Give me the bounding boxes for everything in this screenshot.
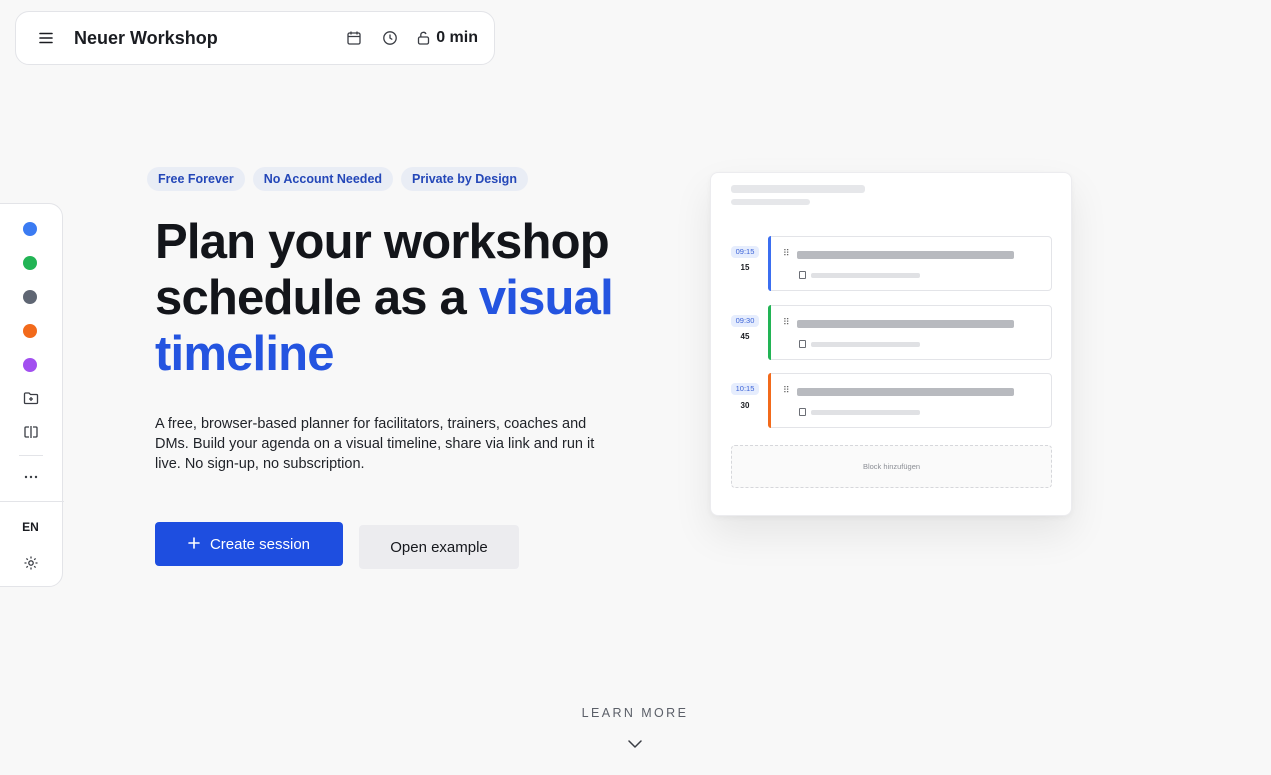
block-title-skeleton bbox=[797, 388, 1014, 396]
preview-title-skeleton bbox=[731, 185, 865, 193]
block-time: 09:30 bbox=[731, 315, 759, 327]
learn-more-link[interactable]: LEARN MORE bbox=[535, 706, 735, 720]
add-block-button[interactable]: Block hinzufügen bbox=[731, 445, 1052, 488]
more-icon[interactable] bbox=[22, 468, 40, 486]
split-view-icon[interactable] bbox=[22, 423, 40, 441]
block-duration: 45 bbox=[740, 332, 750, 341]
block-note-skeleton bbox=[811, 273, 920, 278]
sidebar: EN bbox=[0, 203, 64, 587]
block-color-bar bbox=[768, 305, 771, 360]
block-color-bar bbox=[768, 373, 771, 428]
chevron-down-icon[interactable] bbox=[626, 737, 644, 751]
sidebar-divider-full bbox=[0, 501, 64, 502]
hero-headline: Plan your workshop schedule as a visual … bbox=[155, 214, 675, 382]
gear-icon[interactable] bbox=[22, 554, 40, 572]
folder-plus-icon[interactable] bbox=[22, 389, 40, 407]
menu-icon[interactable] bbox=[38, 30, 54, 46]
color-green-dot[interactable] bbox=[23, 256, 37, 270]
block-note-skeleton bbox=[811, 410, 920, 415]
block-title-skeleton bbox=[797, 251, 1014, 259]
duration-value: 0 min bbox=[436, 29, 478, 46]
clock-icon[interactable] bbox=[381, 29, 399, 47]
plus-icon bbox=[188, 536, 200, 553]
block-time: 09:15 bbox=[731, 246, 759, 258]
block-time: 10:15 bbox=[731, 383, 759, 395]
block-color-bar bbox=[768, 236, 771, 291]
document-icon bbox=[799, 408, 806, 416]
feature-badges: Free Forever No Account Needed Private b… bbox=[147, 167, 528, 191]
preview-subtitle-skeleton bbox=[731, 199, 810, 205]
badge-private: Private by Design bbox=[401, 167, 528, 191]
badge-free-forever: Free Forever bbox=[147, 167, 245, 191]
lock-icon bbox=[417, 31, 430, 45]
block-title-skeleton bbox=[797, 320, 1014, 328]
block-note-skeleton bbox=[811, 342, 920, 347]
drag-handle-icon[interactable]: ⠿ bbox=[783, 249, 790, 258]
document-icon bbox=[799, 271, 806, 279]
block-duration: 30 bbox=[740, 401, 750, 410]
sidebar-divider bbox=[19, 455, 43, 456]
calendar-icon[interactable] bbox=[345, 29, 363, 47]
drag-handle-icon[interactable]: ⠿ bbox=[783, 386, 790, 395]
preview-block[interactable]: ⠿ bbox=[768, 373, 1052, 428]
color-blue-dot[interactable] bbox=[23, 222, 37, 236]
open-example-button[interactable]: Open example bbox=[359, 525, 519, 569]
create-session-button[interactable]: Create session bbox=[155, 522, 343, 566]
create-session-label: Create session bbox=[209, 535, 311, 553]
timeline-preview: 09:15 15 ⠿ 09:30 45 ⠿ 10:15 30 ⠿ Block h… bbox=[710, 172, 1072, 516]
color-purple-dot[interactable] bbox=[23, 358, 37, 372]
duration-display[interactable]: 0 min bbox=[417, 29, 478, 47]
language-toggle[interactable]: EN bbox=[0, 520, 62, 534]
badge-no-account: No Account Needed bbox=[252, 167, 394, 191]
hero-description: A free, browser-based planner for facili… bbox=[155, 416, 595, 472]
block-duration: 15 bbox=[740, 263, 750, 272]
color-gray-dot[interactable] bbox=[23, 290, 37, 304]
preview-block[interactable]: ⠿ bbox=[768, 236, 1052, 291]
workshop-title[interactable]: Neuer Workshop bbox=[74, 28, 327, 49]
top-bar: Neuer Workshop 0 min bbox=[15, 11, 495, 65]
drag-handle-icon[interactable]: ⠿ bbox=[783, 318, 790, 327]
color-orange-dot[interactable] bbox=[23, 324, 37, 338]
preview-block[interactable]: ⠿ bbox=[768, 305, 1052, 360]
document-icon bbox=[799, 340, 806, 348]
